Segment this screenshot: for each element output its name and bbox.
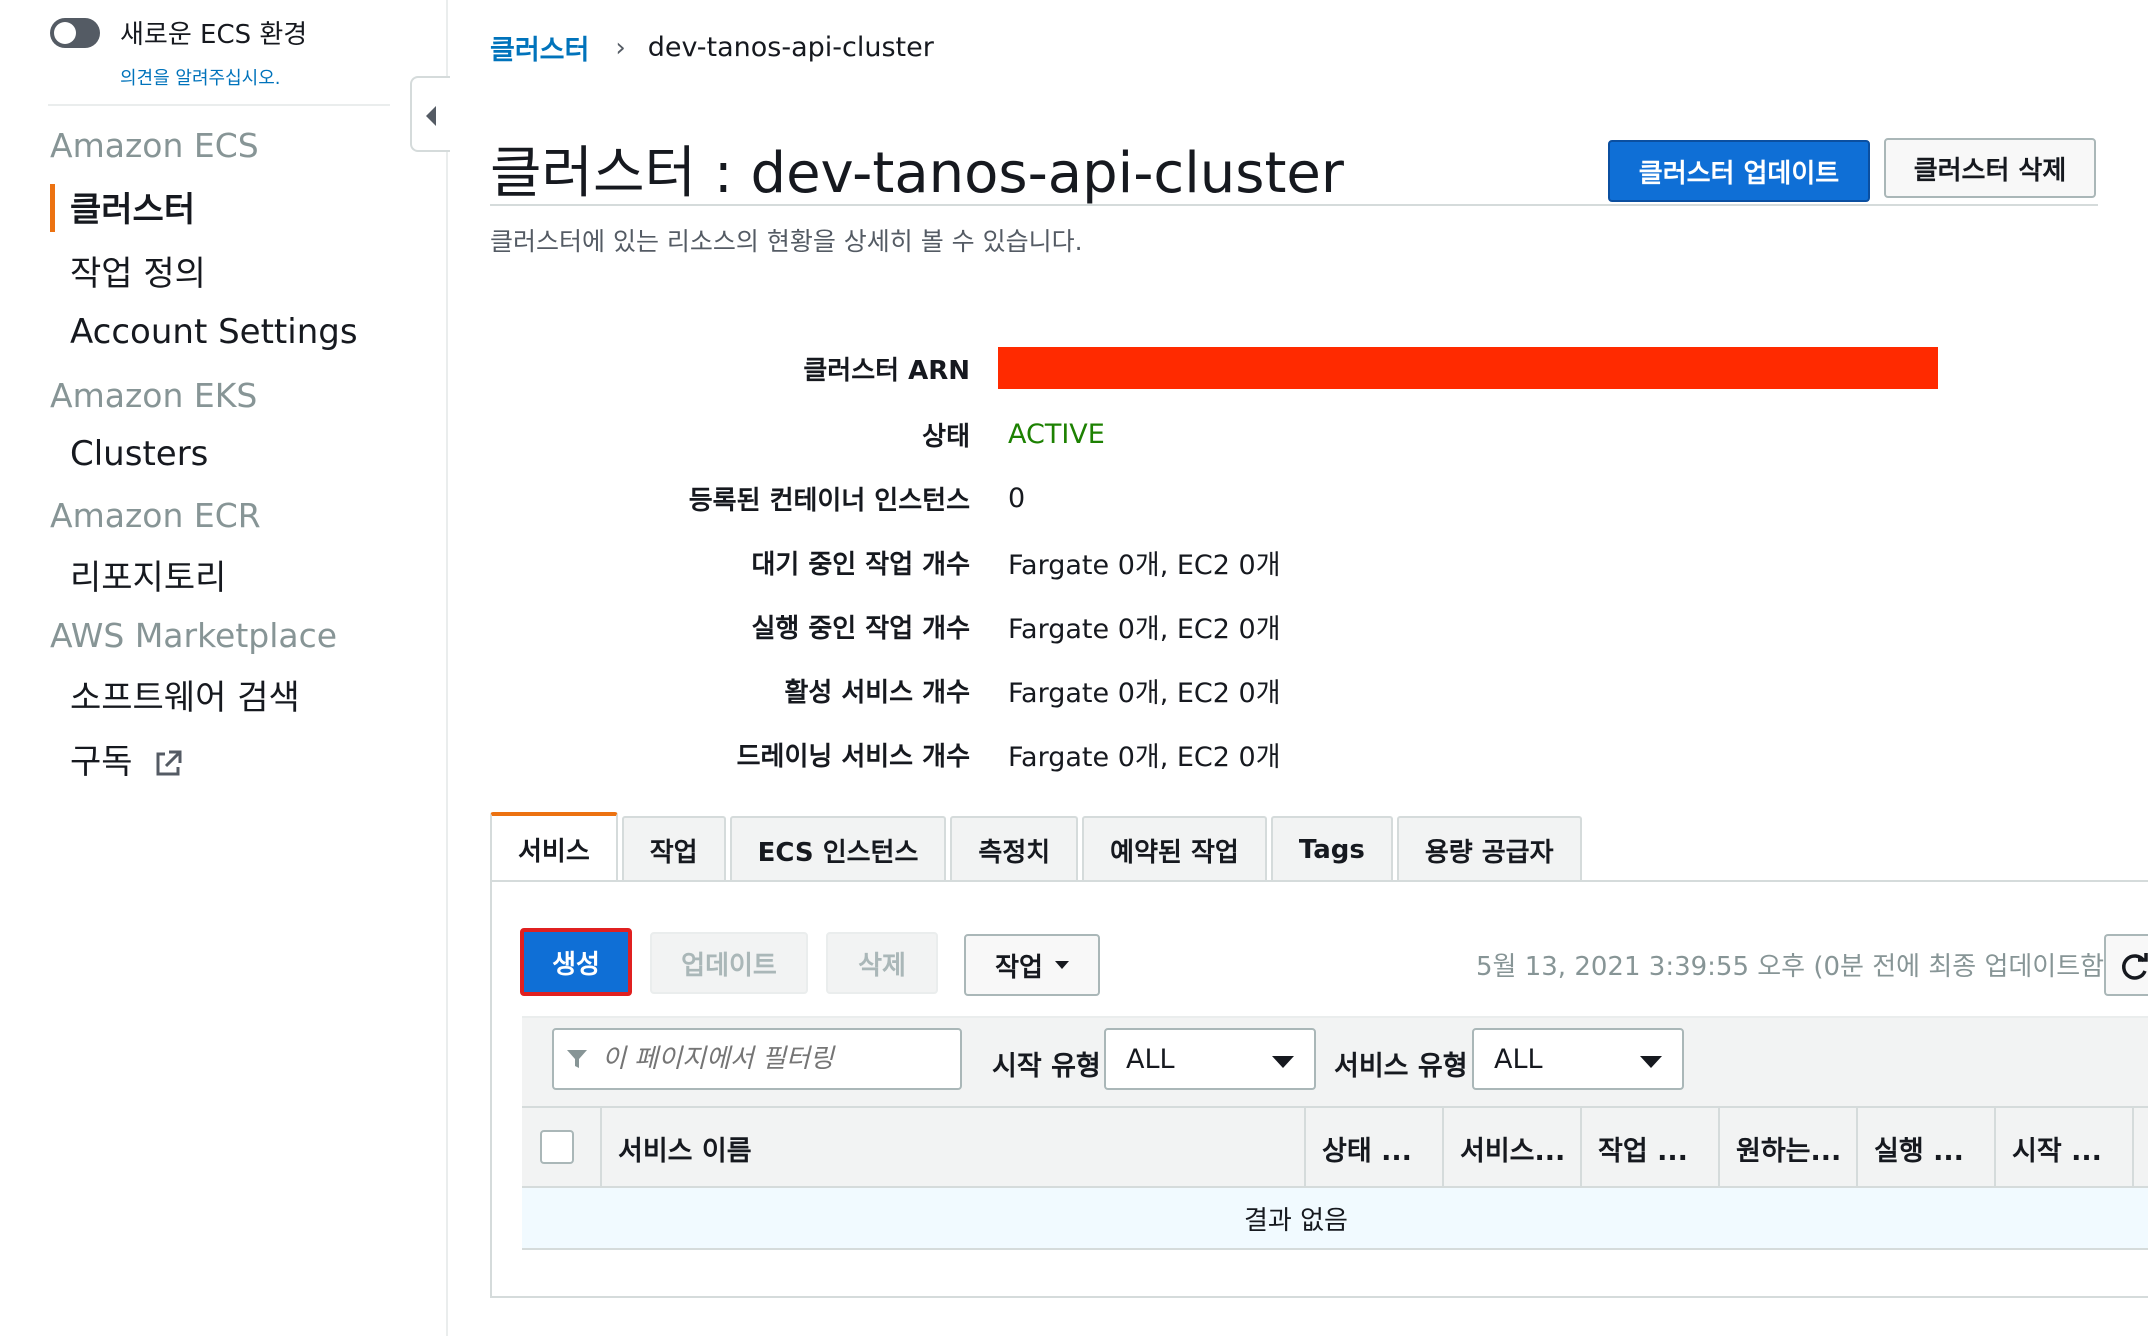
column-header-running-tasks[interactable]: 실행 ... — [1856, 1108, 1994, 1188]
detail-row-active-services: 활성 서비스 개수 Fargate 0개, EC2 0개 — [490, 670, 1990, 710]
new-ecs-toggle[interactable] — [50, 17, 100, 48]
page-title: 클러스터 : dev-tanos-api-cluster — [490, 141, 1344, 206]
detail-label: 대기 중인 작업 개수 — [751, 549, 970, 580]
title-divider — [490, 204, 2098, 206]
detail-row-pending-tasks: 대기 중인 작업 개수 Fargate 0개, EC2 0개 — [490, 542, 1990, 582]
arn-redaction — [998, 347, 1938, 389]
launch-type-select[interactable]: ALL — [1104, 1028, 1316, 1090]
empty-results-text: 결과 없음 — [1244, 1205, 1348, 1236]
nav-section-amazon-ecr: Amazon ECR — [50, 496, 261, 535]
tab-ecs-instances[interactable]: ECS 인스턴스 — [729, 816, 947, 882]
filter-icon — [567, 1050, 587, 1068]
column-header-task-definition[interactable]: 작업 ... — [1580, 1108, 1718, 1188]
refresh-icon — [2122, 953, 2148, 980]
chevron-down-icon — [1272, 1056, 1294, 1068]
detail-value: 0 — [1008, 482, 1026, 514]
detail-value: Fargate 0개, EC2 0개 — [1008, 549, 1281, 581]
sidebar-item-task-definitions[interactable]: 작업 정의 — [70, 246, 206, 295]
new-ecs-toggle-label: 새로운 ECS 환경 — [120, 20, 308, 50]
breadcrumb-separator-icon: › — [615, 32, 626, 63]
breadcrumb: 클러스터 › dev-tanos-api-cluster — [490, 28, 934, 67]
last-updated-text: 5월 13, 2021 3:39:55 오후 (0분 전에 최종 업데이트함 — [1476, 952, 2105, 982]
detail-label: 활성 서비스 개수 — [784, 677, 970, 708]
launch-type-value: ALL — [1126, 1043, 1175, 1075]
tab-metrics[interactable]: 측정치 — [950, 816, 1079, 882]
detail-label: 클러스터 ARN — [803, 355, 970, 386]
collapse-sidebar-button[interactable] — [410, 76, 450, 152]
sidebar-item-subscriptions[interactable]: 구독 — [70, 734, 185, 783]
service-type-label: 서비스 유형 — [1334, 1051, 1468, 1082]
detail-row-status: 상태 ACTIVE — [490, 414, 1990, 454]
select-all-checkbox[interactable] — [540, 1130, 574, 1164]
chevron-down-icon — [1640, 1056, 1662, 1068]
new-ecs-toggle-row: 새로운 ECS 환경 — [50, 14, 307, 51]
refresh-button[interactable] — [2104, 934, 2148, 996]
breadcrumb-current: dev-tanos-api-cluster — [647, 32, 934, 63]
sidebar-item-account-settings[interactable]: Account Settings — [70, 312, 358, 352]
detail-row-instances: 등록된 컨테이너 인스턴스 0 — [490, 478, 1990, 518]
detail-value: Fargate 0개, EC2 0개 — [1008, 613, 1281, 645]
delete-service-button[interactable]: 삭제 — [826, 932, 938, 994]
caret-down-icon — [1054, 961, 1069, 969]
sidebar-item-clusters[interactable]: 클러스터 — [70, 182, 195, 231]
tab-tasks[interactable]: 작업 — [621, 816, 726, 882]
detail-label: 실행 중인 작업 개수 — [751, 613, 970, 644]
tab-services[interactable]: 서비스 — [490, 812, 618, 882]
caret-left-icon — [426, 106, 436, 126]
update-service-button[interactable]: 업데이트 — [650, 932, 808, 994]
tab-tags[interactable]: Tags — [1270, 816, 1393, 882]
active-indicator — [50, 184, 55, 232]
feedback-link[interactable]: 의견을 알려주십시오. — [120, 64, 280, 90]
launch-type-label: 시작 유형 — [992, 1051, 1101, 1082]
detail-value: Fargate 0개, EC2 0개 — [1008, 677, 1281, 709]
empty-results-row: 결과 없음 — [522, 1186, 2148, 1250]
column-header-launch-type[interactable]: 시작 ... — [1994, 1108, 2132, 1188]
nav-section-amazon-ecs: Amazon ECS — [50, 126, 259, 165]
detail-row-draining-services: 드레이닝 서비스 개수 Fargate 0개, EC2 0개 — [490, 734, 1990, 774]
toggle-knob — [54, 21, 76, 44]
detail-value: Fargate 0개, EC2 0개 — [1008, 741, 1281, 773]
column-header-status[interactable]: 상태 ... — [1304, 1108, 1442, 1188]
nav-section-amazon-eks: Amazon EKS — [50, 376, 258, 415]
breadcrumb-clusters-link[interactable]: 클러스터 — [490, 28, 589, 67]
tab-bar: 서비스 작업 ECS 인스턴스 측정치 예약된 작업 Tags 용량 공급자 — [490, 812, 1586, 882]
tab-scheduled-tasks[interactable]: 예약된 작업 — [1082, 816, 1267, 882]
sidebar-item-discover-software[interactable]: 소프트웨어 검색 — [70, 670, 300, 719]
actions-label: 작업 — [995, 952, 1043, 983]
column-header-desired-tasks[interactable]: 원하는... — [1718, 1108, 1856, 1188]
sidebar-item-subscriptions-label: 구독 — [70, 742, 133, 782]
sidebar-divider — [48, 104, 390, 106]
column-divider — [2132, 1108, 2148, 1188]
sidebar-item-repositories[interactable]: 리포지토리 — [70, 550, 226, 599]
tab-capacity-providers[interactable]: 용량 공급자 — [1396, 816, 1582, 882]
actions-dropdown-button[interactable]: 작업 — [964, 934, 1100, 996]
detail-label: 등록된 컨테이너 인스턴스 — [688, 485, 970, 516]
page-subtitle: 클러스터에 있는 리소스의 현황을 상세히 볼 수 있습니다. — [490, 227, 1083, 256]
create-service-button[interactable]: 생성 — [520, 928, 632, 996]
nav-section-aws-marketplace: AWS Marketplace — [50, 616, 338, 655]
detail-row-running-tasks: 실행 중인 작업 개수 Fargate 0개, EC2 0개 — [490, 606, 1990, 646]
sidebar: 새로운 ECS 환경 의견을 알려주십시오. Amazon ECS 클러스터 작… — [0, 0, 448, 1336]
filter-input[interactable] — [552, 1028, 962, 1090]
detail-label: 드레이닝 서비스 개수 — [736, 741, 970, 772]
service-type-value: ALL — [1494, 1043, 1543, 1075]
service-type-select[interactable]: ALL — [1472, 1028, 1684, 1090]
column-header-service-name[interactable]: 서비스 이름 — [600, 1108, 1304, 1188]
external-link-icon — [156, 750, 182, 775]
sidebar-item-eks-clusters[interactable]: Clusters — [70, 434, 208, 474]
detail-label: 상태 — [922, 421, 970, 452]
column-header-service-type[interactable]: 서비스... — [1442, 1108, 1580, 1188]
update-cluster-button[interactable]: 클러스터 업데이트 — [1608, 140, 1870, 202]
delete-cluster-button[interactable]: 클러스터 삭제 — [1884, 138, 2096, 198]
status-value: ACTIVE — [1008, 418, 1105, 450]
